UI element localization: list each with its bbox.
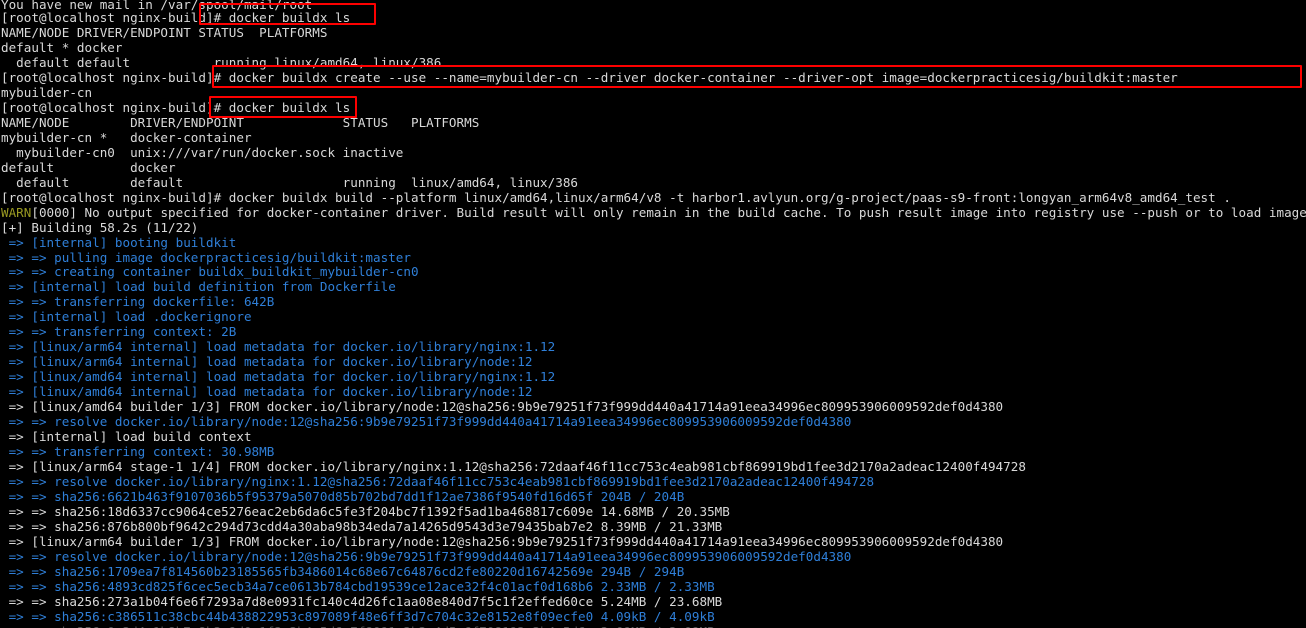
terminal-line: mybuilder-cn xyxy=(1,85,93,100)
terminal-line: => [internal] load .dockerignore xyxy=(1,310,252,325)
terminal-line: mybuilder-cn * docker-container xyxy=(1,130,252,145)
terminal-line: => [linux/arm64 internal] load metadata … xyxy=(1,355,533,370)
terminal-line: default default running linux/amd64, lin… xyxy=(1,175,578,190)
terminal-line: => => sha256:876b800bf9642c294d73cdd4a30… xyxy=(1,519,723,534)
terminal-line: => => resolve docker.io/library/nginx:1.… xyxy=(1,475,875,490)
terminal-line: => => sha256:c386511c38cbc44b438822953c8… xyxy=(1,609,715,624)
terminal-output-lines: You have new mail in /var/spool/mail/roo… xyxy=(0,0,1306,628)
terminal-line: [root@localhost nginx-build]# docker bui… xyxy=(1,190,1231,205)
terminal-line: [root@localhost nginx-build]# docker bui… xyxy=(1,11,351,25)
terminal-line: => => pulling image dockerpracticesig/bu… xyxy=(1,250,411,265)
terminal-line: => => creating container buildx_buildkit… xyxy=(1,265,419,280)
terminal-line: => [internal] load build definition from… xyxy=(1,280,396,295)
terminal-line: => => sha256:1709ea7f814560b23185565fb34… xyxy=(1,564,685,579)
terminal-line: NAME/NODE DRIVER/ENDPOINT STATUS PLATFOR… xyxy=(1,25,328,40)
terminal-line: => => sha256:6621b463f9107036b5f95379a50… xyxy=(1,490,685,504)
terminal-window[interactable]: You have new mail in /var/spool/mail/roo… xyxy=(0,0,1306,628)
warn-message: [0000] No output specified for docker-co… xyxy=(31,205,1306,220)
terminal-line: => [linux/arm64 builder 1/3] FROM docker… xyxy=(1,534,1004,549)
terminal-line: [root@localhost nginx-build]# docker bui… xyxy=(1,70,1178,85)
terminal-line: => => sha256:4893cd825f6cec5ecb34a7ce061… xyxy=(1,579,715,594)
terminal-line: => [linux/arm64 internal] load metadata … xyxy=(1,340,556,355)
terminal-line: You have new mail in /var/spool/mail/roo… xyxy=(1,0,313,11)
terminal-line: => => resolve docker.io/library/node:12@… xyxy=(1,549,852,564)
warn-label: WARN xyxy=(1,205,32,220)
terminal-line: mybuilder-cn0 unix:///var/run/docker.soc… xyxy=(1,145,404,160)
terminal-line: => => sha256:273a1b04f6e6f7293a7d8e0931f… xyxy=(1,594,723,609)
terminal-line: => [linux/arm64 stage-1 1/4] FROM docker… xyxy=(1,460,1026,475)
terminal-line: => [linux/amd64 internal] load metadata … xyxy=(1,385,533,400)
terminal-line: => [linux/amd64 internal] load metadata … xyxy=(1,370,556,385)
terminal-line: => => sha256:18d6337cc9064ce5276eac2eb6d… xyxy=(1,504,730,519)
terminal-line: => => transferring dockerfile: 642B xyxy=(1,295,275,310)
terminal-line: => [internal] booting buildkit xyxy=(1,235,237,250)
terminal-line: default docker xyxy=(1,160,176,175)
terminal-line: default default running linux/amd64, lin… xyxy=(1,55,442,70)
terminal-line: [+] Building 58.2s (11/22) xyxy=(1,220,199,235)
terminal-line: => [linux/amd64 builder 1/3] FROM docker… xyxy=(1,400,1004,415)
terminal-line: default * docker xyxy=(1,40,123,55)
terminal-line: => => transferring context: 30.98MB xyxy=(1,445,275,460)
terminal-line: => => resolve docker.io/library/node:12@… xyxy=(1,415,852,430)
terminal-line: NAME/NODE DRIVER/ENDPOINT STATUS PLATFOR… xyxy=(1,115,480,130)
terminal-line: => => transferring context: 2B xyxy=(1,325,237,340)
terminal-line: WARN[0000] No output specified for docke… xyxy=(1,206,1306,221)
terminal-line: => [internal] load build context xyxy=(1,430,252,445)
terminal-line: [root@localhost nginx-build]# docker bui… xyxy=(1,100,351,115)
